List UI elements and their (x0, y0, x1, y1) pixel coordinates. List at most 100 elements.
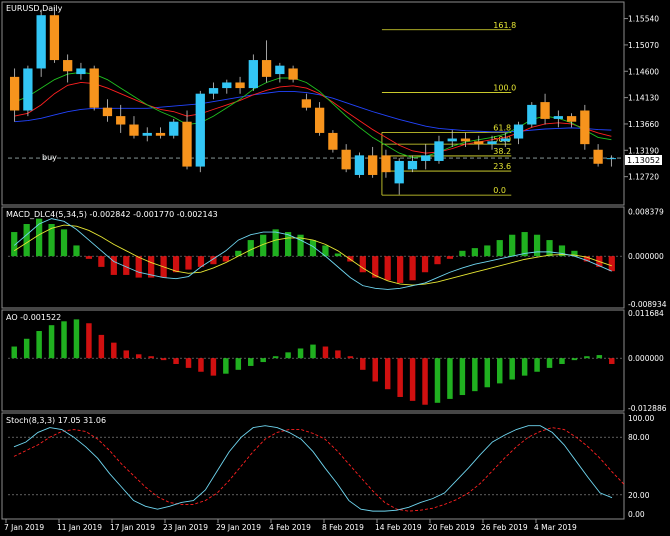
macd-bar (421, 256, 429, 273)
ao-tick-label: 0.011684 (628, 309, 664, 318)
ao-bar (509, 358, 515, 380)
candle (527, 102, 537, 128)
price-tick-label: 1.14600 (628, 67, 659, 76)
candle (9, 68, 20, 122)
candle-body (49, 15, 60, 61)
candle (36, 9, 46, 77)
ao-bar (347, 356, 354, 359)
candle-body (566, 116, 577, 122)
candle (341, 144, 351, 173)
ao-bar (248, 358, 254, 366)
candle-body (288, 68, 298, 80)
macd-bar (397, 256, 404, 283)
ao-bar (148, 356, 154, 359)
candle (513, 121, 524, 145)
ao-bar (73, 319, 80, 359)
macd-bar (272, 229, 279, 257)
candle-body (222, 82, 232, 89)
stoch-panel-frame (1, 412, 625, 520)
macd-bar (23, 224, 30, 257)
candle (288, 65, 298, 83)
stochastic-panel[interactable] (8, 425, 625, 512)
candle-body (102, 107, 113, 117)
ao-panel[interactable] (8, 319, 622, 405)
ao-bar (11, 346, 17, 359)
macd-bar (222, 256, 229, 262)
candle-body (540, 102, 550, 119)
candle-body (368, 155, 378, 175)
price-tick-label: 1.15540 (628, 15, 659, 24)
ao-bar (23, 338, 30, 359)
fib-label-5: 23.6 (493, 162, 511, 171)
svg-text:1.13052: 1.13052 (627, 156, 660, 165)
macd-bar (459, 250, 466, 257)
macd-bar (546, 240, 553, 257)
time-tick-label: 20 Feb 2019 (428, 523, 475, 532)
macd-panel[interactable] (8, 218, 622, 290)
macd-bar (60, 229, 68, 257)
ao-bar (86, 323, 92, 359)
main-price-panel[interactable]: 161.8100.061.850.038.223.60.0 (8, 6, 622, 196)
fib-label-0: 161.8 (493, 21, 516, 30)
ao-bar (111, 342, 117, 359)
ao-bar (61, 321, 67, 359)
macd-bar (384, 256, 391, 281)
ao-bar (596, 355, 603, 359)
stoch-title: Stoch(8,3,3) 17.05 31.06 (6, 416, 106, 425)
candle-body (182, 121, 192, 167)
candle-body (354, 155, 365, 175)
candle (155, 127, 166, 139)
macd-bar (608, 256, 615, 272)
price-tick-label: 1.12720 (628, 173, 659, 182)
stoch-tick-label: 80.00 (628, 433, 650, 442)
ao-bar (272, 356, 279, 359)
candle-body (328, 132, 338, 150)
chart-title: EURUSD,Daily (6, 4, 63, 13)
ao-bar (546, 358, 553, 368)
ao-bar (521, 358, 528, 376)
buy-label: buy (42, 153, 57, 162)
ao-bar (360, 358, 366, 370)
price-tick-label: 1.13190 (628, 146, 659, 155)
ao-bar (48, 325, 55, 359)
price-tick-label: 1.13660 (628, 120, 659, 129)
ao-bar (210, 358, 217, 376)
candle (208, 82, 219, 100)
price-tick-label: 1.15070 (628, 41, 659, 50)
macd-bar (446, 256, 454, 259)
candle (394, 158, 404, 195)
current-price-label: 1.13052 (625, 155, 662, 165)
ao-bar (173, 358, 179, 364)
time-tick-label: 17 Jan 2019 (110, 523, 155, 532)
ao-title: AO -0.001522 (6, 313, 61, 322)
ao-panel-frame (1, 309, 625, 412)
macd-bar (185, 256, 192, 270)
trading-chart[interactable]: 161.8100.061.850.038.223.60.0 1.15540 1.1… (0, 0, 670, 536)
candle-body (248, 60, 258, 89)
ao-bar (285, 352, 291, 359)
candle-body (63, 60, 73, 72)
candle-body (235, 82, 245, 89)
candle-body (553, 116, 563, 119)
candle (328, 130, 338, 153)
candle (354, 152, 365, 178)
ao-bar (422, 358, 428, 405)
ao-tick-label: 0.000000 (628, 354, 664, 363)
candle-body (487, 141, 497, 145)
candle-body (195, 93, 205, 167)
candle (261, 40, 272, 83)
candle (102, 99, 113, 122)
ao-bar (584, 356, 590, 359)
ao-bar (185, 358, 192, 368)
candle-body (580, 110, 590, 145)
ao-bar (384, 358, 391, 390)
ao-bar (372, 358, 378, 382)
ao-bar (260, 358, 266, 363)
candle (89, 65, 99, 111)
ao-bar (397, 358, 403, 397)
ma-red-line (14, 82, 612, 154)
stoch-tick-label: 100.00 (628, 414, 654, 423)
candle-body (129, 124, 139, 136)
ao-bar (322, 346, 329, 359)
ao-bar (409, 358, 416, 401)
